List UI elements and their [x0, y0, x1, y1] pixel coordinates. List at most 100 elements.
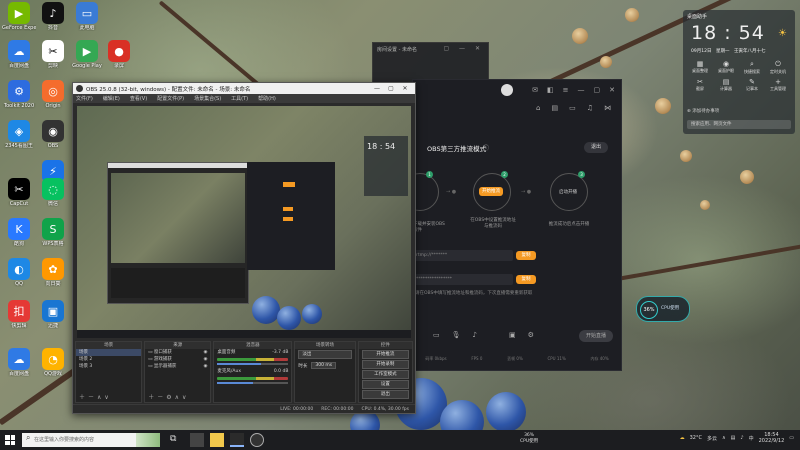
share-icon[interactable]: ⋈	[604, 104, 611, 112]
desktop-icon[interactable]: ▭ 此电脑	[70, 2, 104, 31]
widget-shortcut[interactable]: ⏻ 定时关机	[765, 60, 791, 75]
taskbar-app-icon[interactable]	[190, 433, 204, 447]
source-item[interactable]: ▭ 窗口捕获 ◉	[145, 349, 210, 356]
obs-menu-item[interactable]: 查看(V)	[130, 95, 147, 102]
control-button[interactable]: 退出	[361, 390, 409, 399]
volume-slider[interactable]	[217, 382, 289, 384]
visibility-icon[interactable]: ◉	[203, 363, 207, 370]
scene-item[interactable]: 场景 3	[76, 363, 141, 370]
message-icon[interactable]: ✉	[532, 86, 538, 94]
control-button[interactable]: 设置	[361, 380, 409, 389]
desktop-icon[interactable]: K 酷狗	[2, 218, 36, 247]
desktop-icon[interactable]: ▶GeForce Experience	[2, 2, 36, 31]
control-button[interactable]: 工作室模式	[361, 370, 409, 379]
push-code-field[interactable]: ****************	[413, 274, 513, 285]
settings-icon[interactable]: ⚙	[528, 331, 534, 339]
add-event-row[interactable]: ⊕ 添加待办事项	[687, 108, 791, 114]
microphone-icon[interactable]: 🎙	[452, 331, 461, 339]
skin-icon[interactable]: ◧	[547, 86, 554, 94]
camera-icon[interactable]: ▣	[509, 331, 516, 339]
desktop-icon[interactable]: ◎ Origin	[36, 80, 70, 109]
desktop-icon[interactable]: ☁ 百度网盘	[2, 40, 36, 69]
exit-button[interactable]: 退出	[584, 142, 608, 153]
obs-menu-item[interactable]: 编辑(E)	[103, 95, 120, 102]
start-live-button[interactable]: 开始直播	[579, 330, 613, 342]
obs-menu-item[interactable]: 配置文件(P)	[157, 95, 184, 102]
volume-slider[interactable]	[217, 363, 289, 365]
menu-icon[interactable]: ≡	[563, 86, 569, 94]
desktop-icon[interactable]: ◉ OBS	[36, 120, 70, 149]
desktop-icon[interactable]: ▶ Google Play	[70, 40, 104, 69]
obs-maximize-icon[interactable]: ▢	[384, 85, 398, 92]
temperature[interactable]: 32°C	[690, 435, 702, 441]
desktop-icon[interactable]: ◌ 微信	[36, 178, 70, 207]
desktop-icon[interactable]: ▣ 迅捷	[36, 300, 70, 329]
maximize-icon[interactable]: ▢	[594, 86, 601, 94]
desktop-icon[interactable]: ◐ QQ	[2, 258, 36, 287]
source-item[interactable]: ▭ 显示器捕获 ◉	[145, 363, 210, 370]
desktop-icon[interactable]: ⚙ Toolkit 2020	[2, 80, 36, 109]
obs-menu-item[interactable]: 工具(T)	[231, 95, 248, 102]
obs-menu-item[interactable]: 帮助(H)	[258, 95, 276, 102]
obs-menu-item[interactable]: 场景集合(S)	[194, 95, 221, 102]
desktop-icon[interactable]: ◔ QQ游戏	[36, 348, 70, 377]
start-push-button[interactable]: 开始推流	[479, 187, 503, 196]
copy-code-button[interactable]: 复制	[516, 275, 536, 284]
widget-shortcut[interactable]: ▦ 桌面整理	[687, 60, 713, 75]
obs-menu-item[interactable]: 文件(F)	[76, 95, 93, 102]
taskbar-app-icon[interactable]	[210, 433, 224, 447]
help-icon[interactable]: ⓘ	[483, 143, 489, 152]
visibility-icon[interactable]: ◉	[203, 356, 207, 363]
widget-search-input[interactable]: 搜索应用、网页文件	[687, 120, 791, 129]
widget-shortcut[interactable]: ◉ 桌面护眼	[713, 60, 739, 75]
widget-shortcut[interactable]: ⌕ 快捷搜索	[739, 60, 765, 75]
widget-shortcut[interactable]: ✂ 截屏	[687, 78, 713, 92]
desktop-icon[interactable]: ☁ 百度网盘	[2, 348, 36, 377]
screen-icon[interactable]: ▭	[433, 331, 440, 339]
transition-select[interactable]: 淡出	[298, 350, 352, 359]
push-address-field[interactable]: rtmp://*******	[413, 250, 513, 261]
control-button[interactable]: 开始推流	[361, 350, 409, 359]
desktop-icon[interactable]: ✂ 剪映	[36, 40, 70, 69]
task-view-icon[interactable]: ⧉	[170, 434, 176, 444]
desktop-icon[interactable]: ✂ CapCut	[2, 178, 36, 207]
speaker-icon[interactable]: ♪	[473, 331, 477, 339]
windows-start-icon[interactable]	[5, 435, 15, 445]
desktop-icon[interactable]: ✿ 向日葵	[36, 258, 70, 287]
bell-icon[interactable]: ♫	[587, 104, 593, 112]
copy-address-button[interactable]: 复制	[516, 251, 536, 260]
widget-shortcut[interactable]: + 工具管理	[765, 78, 791, 92]
gift-icon[interactable]: ⌂	[536, 104, 540, 112]
widget-shortcut[interactable]: ▤ 计算器	[713, 78, 739, 92]
shop-icon[interactable]: ▤	[551, 104, 558, 112]
desktop-assistant-widget[interactable]: 桌面助手 ☀ 18 : 54 09月12日 星期一 壬寅年八月十七 ▦ 桌面整理 ◉…	[683, 10, 795, 134]
desktop-icon[interactable]: S WPS表格	[36, 218, 70, 247]
scene-item[interactable]: 场景	[76, 349, 142, 356]
scene-item[interactable]: 场景 2	[76, 356, 141, 363]
chat-icon[interactable]: ▭	[569, 104, 576, 112]
taskbar-app-icon[interactable]	[230, 433, 244, 447]
start-live-circle-label[interactable]: 启动开播	[555, 189, 581, 195]
visibility-icon[interactable]: ◉	[203, 349, 207, 356]
avatar[interactable]	[501, 84, 514, 96]
duration-input[interactable]: 300 ms	[311, 362, 337, 369]
taskbar-obs-icon[interactable]	[250, 433, 264, 447]
desktop-icon[interactable]: ◈ 2345看图王	[2, 120, 36, 149]
control-button[interactable]: 开始录制	[361, 360, 409, 369]
tray-expand-icon[interactable]: ∧	[722, 435, 726, 441]
obs-preview[interactable]: 18 : 54	[77, 106, 411, 338]
obs-close-icon[interactable]: ✕	[398, 85, 412, 92]
widget-shortcut[interactable]: ✎ 记事本	[739, 78, 765, 92]
cpu-floating-widget[interactable]: 36% CPU使用	[636, 296, 690, 322]
live-streaming-app[interactable]: ✉ ◧ ≡ — ▢ ✕ ⌂ ▤ ▭ ♫ ⋈ OBS第三方推流模式 ⓘ 退出 1 …	[401, 79, 622, 371]
desktop-icon[interactable]: 扣快剪辑	[2, 300, 36, 329]
desktop-icon[interactable]: ♪ 抖音	[36, 2, 70, 31]
volume-icon[interactable]: ♪	[740, 435, 743, 441]
desktop-icon[interactable]: ● 录屏	[102, 40, 136, 69]
taskbar-clock[interactable]: 18:54 2022/9/12	[759, 432, 785, 444]
minimize-icon[interactable]: —	[578, 86, 585, 94]
ime-indicator[interactable]: 中	[749, 435, 754, 442]
source-item[interactable]: ▭ 游戏捕获 ◉	[145, 356, 210, 363]
network-icon[interactable]: ▤	[731, 435, 736, 441]
obs-window[interactable]: OBS 25.0.8 (32-bit, windows) - 配置文件: 未命名…	[72, 82, 416, 414]
